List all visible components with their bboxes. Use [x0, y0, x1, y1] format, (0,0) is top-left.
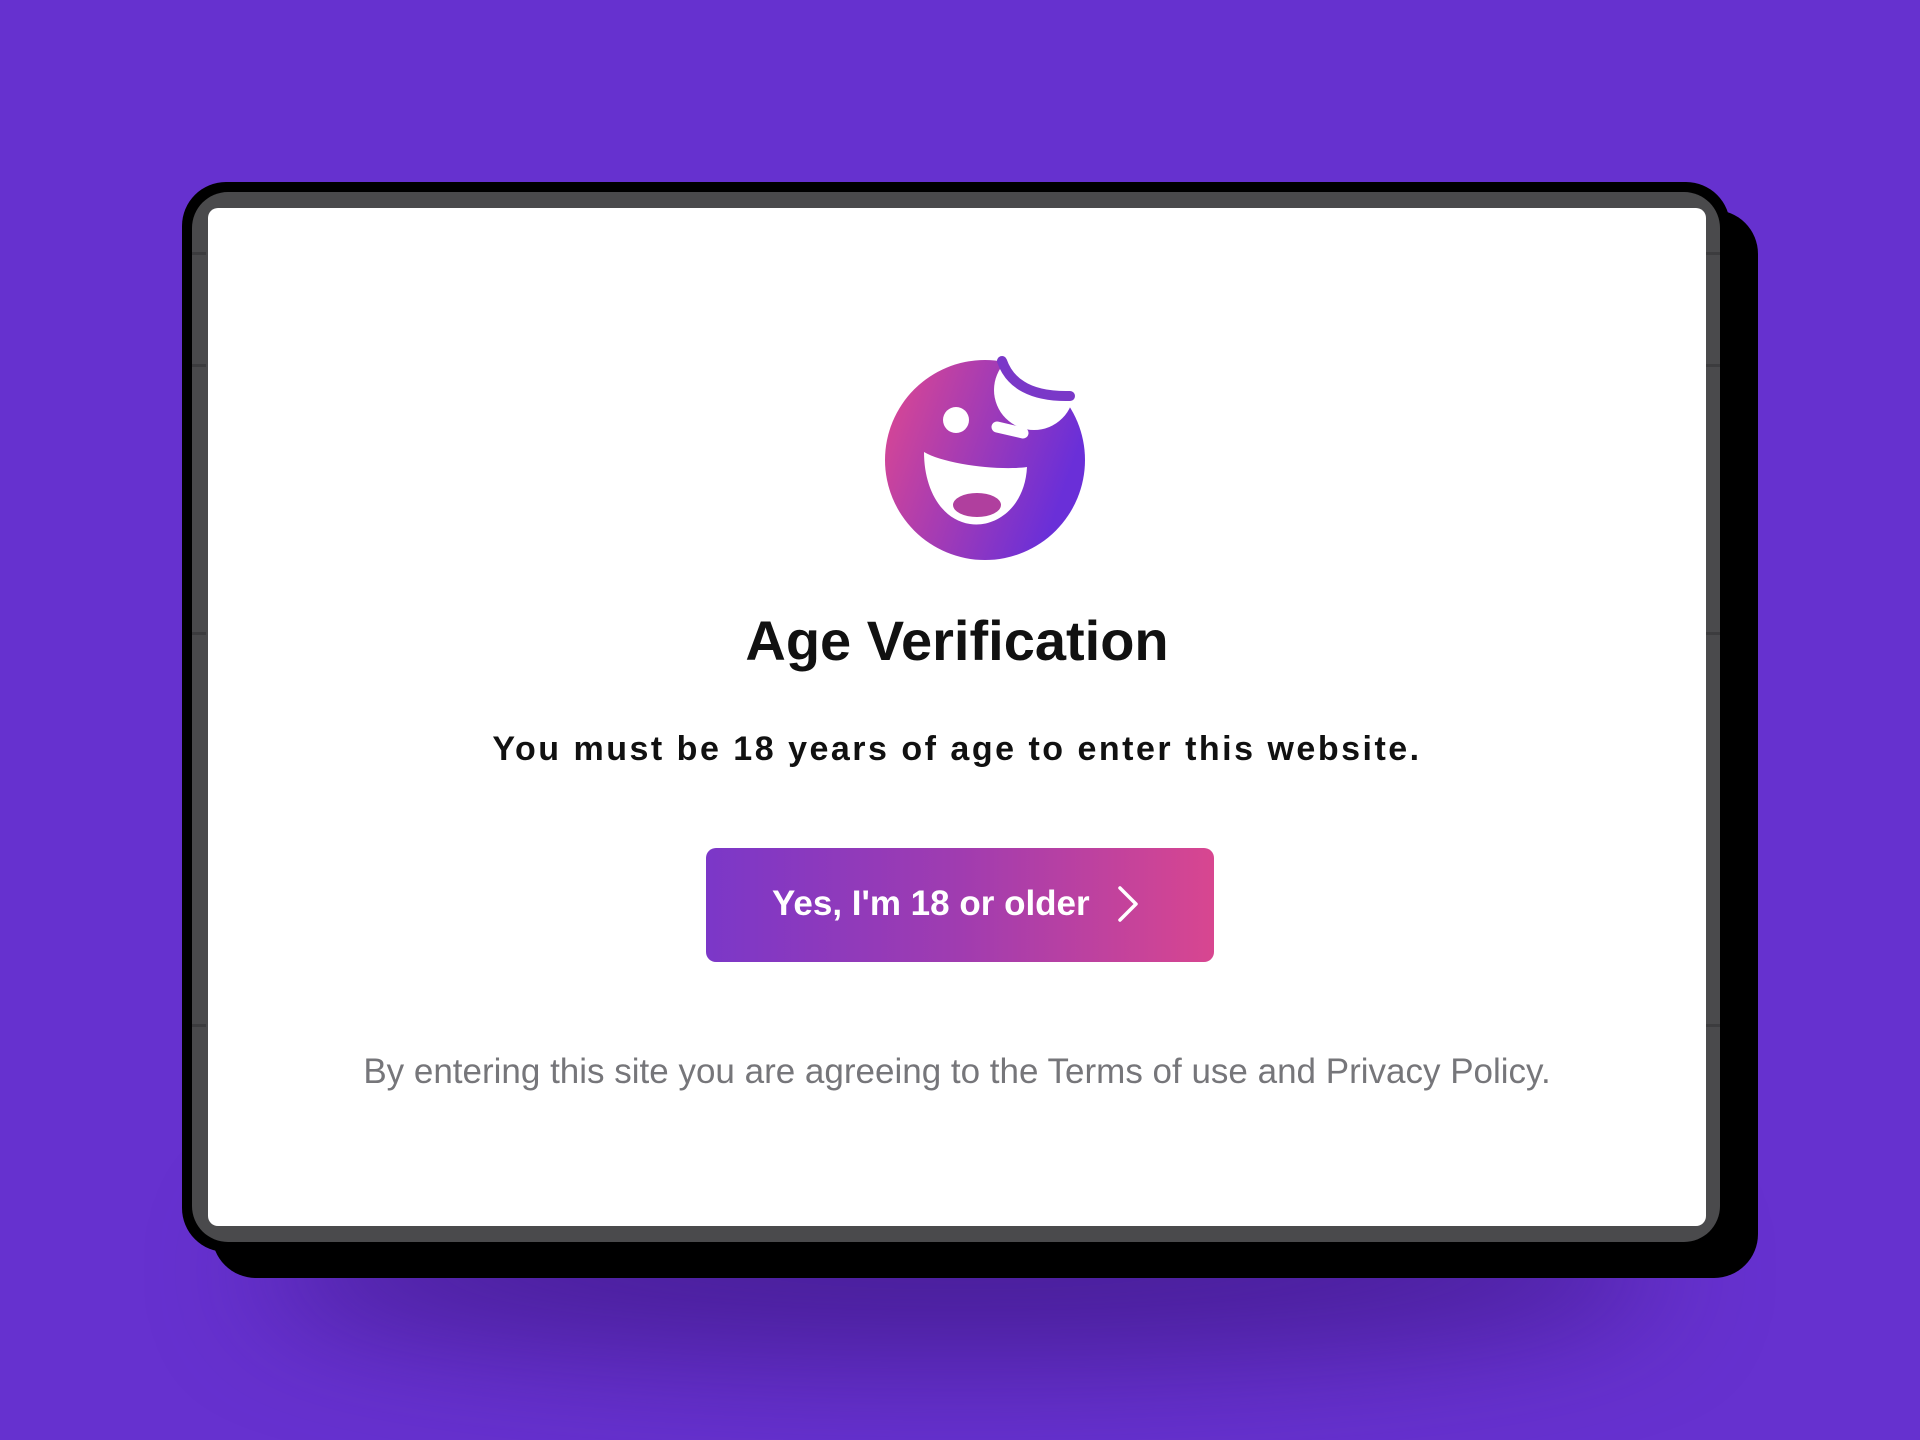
bezel-tick: [1706, 364, 1720, 367]
bezel-tick: [192, 252, 206, 255]
bezel-tick: [1706, 1024, 1720, 1027]
bezel-tick: [192, 1024, 206, 1027]
age-verification-modal: Age Verification You must be 18 years of…: [208, 208, 1706, 1226]
modal-title: Age Verification: [745, 609, 1169, 672]
device-frame: Age Verification You must be 18 years of…: [182, 182, 1730, 1252]
bezel-tick: [1706, 632, 1720, 635]
device-bezel: Age Verification You must be 18 years of…: [192, 192, 1720, 1242]
confirm-age-button[interactable]: Yes, I'm 18 or older: [706, 848, 1214, 962]
modal-subtitle: You must be 18 years of age to enter thi…: [492, 730, 1422, 768]
bezel-tick: [192, 632, 206, 635]
chevron-right-icon: [1118, 886, 1138, 922]
winking-face-icon: [885, 356, 1085, 560]
confirm-age-button-label: Yes, I'm 18 or older: [772, 884, 1090, 923]
bezel-tick: [192, 364, 206, 367]
bezel-tick: [1706, 252, 1720, 255]
terms-notice: By entering this site you are agreeing t…: [363, 1052, 1551, 1091]
